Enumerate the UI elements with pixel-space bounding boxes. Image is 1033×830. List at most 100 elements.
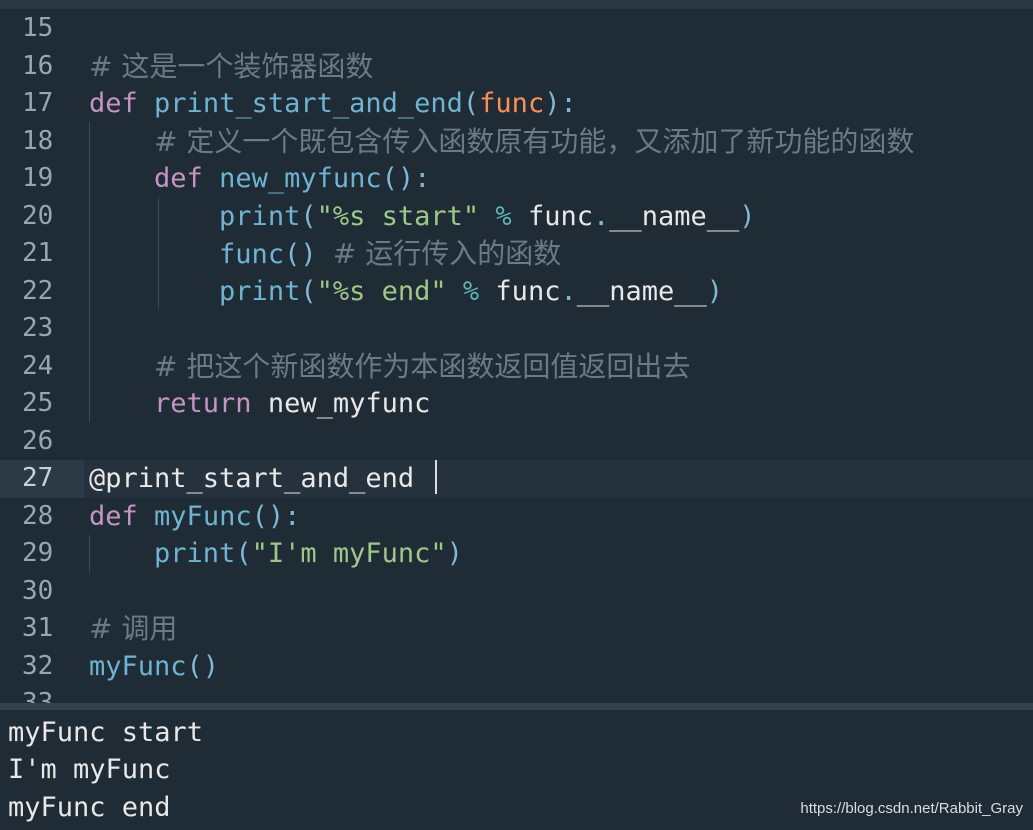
code-line[interactable]: 18 # 定义一个既包含传入函数原有功能，又添加了新功能的函数 (0, 123, 1033, 161)
code-token: return (154, 388, 252, 419)
code-token: ( (235, 538, 252, 569)
code-token: myFunc (89, 650, 187, 682)
code-token: ) (739, 200, 756, 232)
code-line[interactable]: 19 def new_myfunc(): (0, 160, 1033, 198)
line-code: # 定义一个既包含传入函数原有功能，又添加了新功能的函数 (89, 123, 914, 162)
line-number: 27 (0, 460, 84, 498)
code-token: () (186, 650, 220, 682)
code-token: % (495, 200, 512, 232)
code-token: print (154, 538, 236, 569)
code-line[interactable]: 26 (0, 423, 1033, 461)
line-code: return new_myfunc (89, 385, 430, 423)
code-line[interactable]: 17 def print_start_and_end(func): (0, 85, 1033, 123)
code-token: "I'm myFunc" (251, 538, 447, 569)
code-token: ( (462, 88, 480, 119)
line-number: 19 (22, 163, 54, 193)
code-token: "%s start" (316, 200, 480, 232)
output-line: myFunc end (8, 792, 171, 823)
code-token: myFunc (154, 500, 252, 532)
line-code: @print_start_and_end (89, 460, 414, 498)
code-line[interactable]: 27 @print_start_and_end (0, 460, 1033, 498)
code-token: @print_start_and_end (89, 463, 415, 494)
line-code: def new_myfunc(): (89, 160, 430, 198)
code-token: ( (300, 275, 317, 307)
line-code: print("%s end" % func.__name__) (89, 273, 723, 311)
line-code: func() # 运行传入的函数 (89, 235, 561, 274)
watermark-url: https://blog.csdn.net/Rabbit_Gray (800, 800, 1023, 817)
code-line[interactable]: 23 (0, 310, 1033, 348)
text-cursor (435, 460, 437, 494)
code-line[interactable]: 31 # 调用 (0, 610, 1033, 648)
line-number: 26 (22, 425, 54, 456)
code-token: def (89, 500, 138, 532)
output-line: I'm myFunc (8, 754, 171, 785)
line-number: 16 (22, 50, 54, 81)
code-token: def (89, 88, 138, 119)
code-line[interactable]: 20 print("%s start" % func.__name__) (0, 198, 1033, 236)
code-token: new_myfunc (219, 163, 382, 194)
code-line[interactable]: 15 (0, 10, 1033, 48)
line-number: 33 (22, 688, 54, 703)
code-token: func (219, 239, 285, 270)
code-token: # 这是一个装饰器函数 (89, 49, 374, 83)
code-line[interactable]: 25 return new_myfunc (0, 385, 1033, 423)
line-code: # 这是一个装饰器函数 (89, 48, 373, 87)
code-line[interactable]: 16 # 这是一个装饰器函数 (0, 48, 1033, 86)
code-line[interactable]: 29 print("I'm myFunc") (0, 535, 1033, 573)
indent-guide (158, 197, 159, 309)
line-code: print("I'm myFunc") (89, 535, 463, 573)
code-token: func (479, 275, 561, 307)
code-token: "%s end" (316, 275, 447, 307)
code-token: . (560, 275, 577, 307)
code-token: func (479, 88, 545, 119)
code-token: print (219, 200, 301, 232)
line-code: # 把这个新函数作为本函数返回值返回出去 (89, 348, 690, 387)
code-token: # 调用 (89, 612, 178, 645)
code-token: (): (381, 163, 431, 194)
code-token: __name__ (609, 200, 740, 232)
code-line[interactable]: 24 # 把这个新函数作为本函数返回值返回出去 (0, 348, 1033, 386)
output-line: myFunc start (8, 717, 204, 748)
line-number: 25 (22, 388, 54, 418)
line-number: 29 (22, 538, 54, 568)
code-token: ): (544, 88, 577, 119)
code-line[interactable]: 21 func() # 运行传入的函数 (0, 235, 1033, 273)
code-line[interactable]: 30 (0, 573, 1033, 611)
code-token: print_start_and_end (154, 88, 463, 119)
code-token: def (154, 163, 203, 194)
line-number: 20 (22, 200, 54, 231)
code-line[interactable]: 33 (0, 685, 1033, 703)
code-token: (): (251, 500, 301, 532)
code-token: ( (300, 200, 317, 232)
code-token: new_myfunc (251, 388, 431, 419)
line-code: myFunc() (89, 648, 219, 686)
line-number: 31 (22, 613, 54, 643)
indent-guide (89, 122, 90, 422)
line-number: 32 (22, 650, 54, 681)
code-editor[interactable]: 15 16 # 这是一个装饰器函数 17 def print_start_and_end… (0, 0, 1033, 703)
code-line[interactable]: 22 print("%s end" % func.__name__) (0, 273, 1033, 311)
code-line[interactable]: 32 myFunc() (0, 648, 1033, 686)
line-number: 17 (22, 88, 54, 118)
line-code: def print_start_and_end(func): (89, 85, 577, 123)
code-token: ) (706, 275, 724, 307)
line-code: print("%s start" % func.__name__) (89, 198, 756, 236)
code-token: . (592, 200, 610, 232)
code-line[interactable]: 28 def myFunc(): (0, 498, 1033, 536)
code-token: print (219, 275, 301, 307)
code-token: __name__ (576, 275, 707, 307)
code-token: () (284, 239, 317, 270)
